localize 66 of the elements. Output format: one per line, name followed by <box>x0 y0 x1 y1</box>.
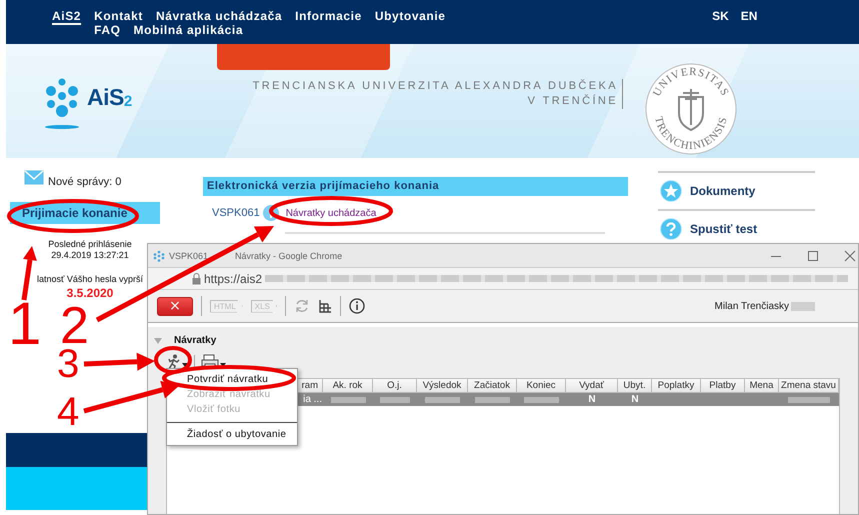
nav-link[interactable]: FAQ <box>94 24 121 37</box>
section-title: Elektronická verzia prijímacieho konania <box>203 177 628 196</box>
info-icon[interactable] <box>348 298 365 314</box>
question-icon <box>660 218 682 240</box>
column-header[interactable]: Výsledok <box>417 379 468 393</box>
column-header[interactable]: Ak. rok <box>323 379 373 393</box>
application-code: VSPK061 <box>212 207 260 219</box>
info-icon <box>262 205 279 221</box>
blurred-block <box>380 396 410 402</box>
blurred-block <box>330 396 366 402</box>
nav-link[interactable]: Návratka uchádzača <box>156 10 282 23</box>
navratky-link[interactable]: Návratky uchádzača <box>286 208 376 218</box>
password-expiry-date: 3.5.2020 <box>66 286 114 300</box>
language-link[interactable]: SK <box>712 10 729 23</box>
university-name: TRENCIANSKA UNIVERZITA ALEXANDRA DUBČEKA <box>252 79 618 94</box>
table-cell: ia ... <box>303 393 322 406</box>
window-title: Návratky - Google Chrome <box>235 250 342 260</box>
column-header[interactable]: Poplatky <box>652 379 701 393</box>
close-button[interactable]: × <box>157 296 193 316</box>
logo-dots-icon <box>45 78 79 130</box>
messages-count[interactable]: Nové správy: 0 <box>48 176 122 188</box>
blurred-block <box>788 396 830 402</box>
lock-icon <box>192 272 201 284</box>
menu-item[interactable]: Potvrdiť návratku <box>187 373 268 386</box>
column-header[interactable]: Začiatok <box>468 379 517 393</box>
column-header[interactable]: Platby <box>701 379 745 393</box>
column-header[interactable]: Zmena stavu <box>779 379 839 393</box>
table-cell: N <box>588 393 596 406</box>
menu-item[interactable]: Žiadosť o ubytovanie <box>187 428 286 441</box>
close-icon[interactable] <box>844 250 856 262</box>
window-title: VSPK061 <box>169 250 208 260</box>
app-favicon-icon <box>153 250 165 262</box>
panel-title: Návratky <box>174 335 216 346</box>
blurred-block <box>424 396 460 402</box>
annotation-number: 4 <box>57 396 80 428</box>
column-header[interactable]: Koniec <box>517 379 566 393</box>
column-header[interactable]: Mena <box>745 379 779 393</box>
annotation-number: 3 <box>57 348 80 380</box>
password-expiry-label: latnosť Vášho hesla vyprší <box>37 274 143 285</box>
last-login-time: 29.4.2019 13:27:21 <box>51 250 129 261</box>
table-cell: N <box>631 393 639 406</box>
pointer-arrow <box>22 246 37 300</box>
annotation-number: 2 <box>60 306 89 348</box>
university-name: V TRENČÍNE <box>526 94 618 109</box>
maximize-icon[interactable] <box>807 250 819 262</box>
blurred-block <box>524 396 559 402</box>
quick-link[interactable]: Dokumenty <box>658 171 815 209</box>
blurred-block <box>791 302 815 310</box>
address-text[interactable]: https://ais2 <box>204 272 262 286</box>
nav-link[interactable]: Ubytovanie <box>374 10 446 23</box>
user-name: Milan Trenčiasky <box>714 300 789 312</box>
column-header[interactable]: Vydať <box>566 379 618 393</box>
running-person-icon[interactable] <box>166 354 188 370</box>
logo-text: AiS$_{2}$ <box>87 84 132 111</box>
pointer-arrow <box>84 352 155 371</box>
nav-link[interactable]: Kontakt <box>94 10 143 23</box>
nav-link[interactable]: Mobilná aplikácia <box>134 24 244 37</box>
nav-link[interactable]: AiS2 <box>52 10 82 23</box>
column-header[interactable]: Ubyt. <box>618 379 652 393</box>
grid-icon[interactable] <box>318 299 332 313</box>
last-login-label: Posledné prihlásenie <box>48 239 132 250</box>
language-link[interactable]: EN <box>740 10 758 23</box>
nav-link[interactable]: Informacie <box>295 10 362 23</box>
annotation-number: 1 <box>8 300 42 348</box>
column-header[interactable]: O.j. <box>373 379 417 393</box>
blurred-block <box>475 396 510 402</box>
